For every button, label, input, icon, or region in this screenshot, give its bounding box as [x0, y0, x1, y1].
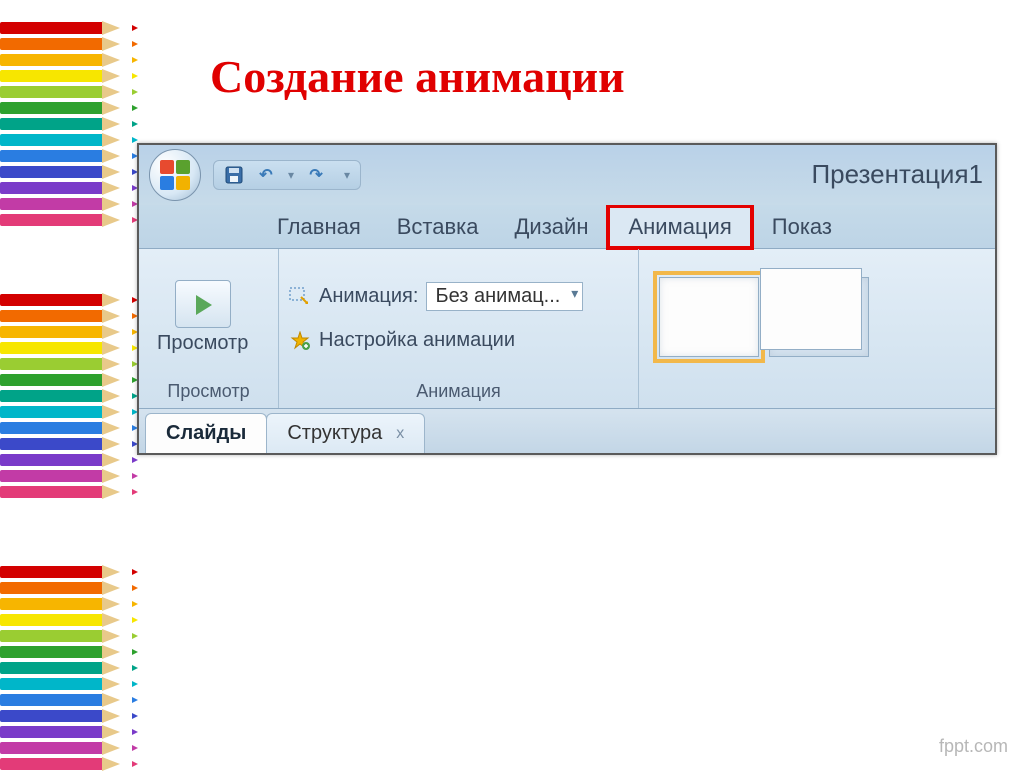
ribbon-group-label-animation: Анимация: [289, 377, 628, 406]
ribbon-group-animation: Анимация: Без анимац... Настройка анимац…: [279, 249, 639, 408]
ribbon-group-label-transitions: [649, 377, 985, 406]
undo-icon[interactable]: ↶: [256, 165, 276, 185]
undo-dropdown-icon[interactable]: ▾: [288, 168, 294, 182]
preview-button-label: Просмотр: [157, 332, 248, 355]
animation-selector-row: Анимация: Без анимац...: [289, 282, 583, 311]
animation-dropdown-value: Без анимац...: [435, 285, 560, 307]
slide-title: Создание анимации: [210, 50, 1004, 103]
tab-slideshow[interactable]: Показ: [754, 208, 850, 246]
office-button[interactable]: [149, 149, 201, 201]
document-title: Презентация1: [811, 159, 983, 190]
animation-settings-label: Настройка анимации: [319, 329, 515, 352]
powerpoint-screenshot: ↶ ▾ ↷ ▾ Презентация1 Главная Вставка Диз…: [137, 143, 997, 455]
tab-design[interactable]: Дизайн: [497, 208, 607, 246]
animation-label: Анимация:: [319, 285, 418, 308]
ribbon: Просмотр Просмотр Анимация: Без анимац..…: [139, 249, 995, 409]
animation-settings-button[interactable]: Настройка анимации: [289, 329, 515, 352]
quick-access-toolbar: ↶ ▾ ↷ ▾: [213, 160, 361, 190]
ribbon-tabs: Главная Вставка Дизайн Анимация Показ: [139, 205, 995, 249]
close-icon[interactable]: x: [396, 425, 404, 443]
ribbon-group-label-preview: Просмотр: [149, 377, 268, 406]
transition-item[interactable]: [769, 277, 869, 357]
preview-icon: [175, 280, 231, 328]
tab-home[interactable]: Главная: [259, 208, 379, 246]
animation-settings-icon: [289, 331, 311, 351]
save-icon[interactable]: [224, 165, 244, 185]
qat-customize-icon[interactable]: ▾: [344, 168, 350, 182]
animation-dropdown[interactable]: Без анимац...: [426, 282, 583, 311]
redo-icon[interactable]: ↷: [306, 165, 326, 185]
tab-animation[interactable]: Анимация: [606, 204, 753, 250]
pane-tab-slides-label: Слайды: [166, 422, 246, 445]
animation-icon: [289, 287, 311, 307]
pane-tab-slides[interactable]: Слайды: [145, 413, 267, 453]
office-logo-icon: [160, 160, 190, 190]
preview-button[interactable]: Просмотр: [149, 274, 256, 361]
slide-area: Создание анимации ↶ ▾ ↷ ▾ Презента: [0, 0, 1024, 767]
tab-insert[interactable]: Вставка: [379, 208, 497, 246]
ribbon-group-transitions: [639, 249, 995, 408]
pane-tab-outline-label: Структура: [287, 422, 382, 445]
watermark: fppt.com: [939, 736, 1008, 757]
pane-tabs: Слайды Структура x: [139, 409, 995, 453]
pane-tab-outline[interactable]: Структура x: [266, 413, 425, 453]
ribbon-group-preview: Просмотр Просмотр: [139, 249, 279, 408]
title-bar: ↶ ▾ ↷ ▾ Презентация1: [139, 145, 995, 205]
transition-none[interactable]: [659, 277, 759, 357]
